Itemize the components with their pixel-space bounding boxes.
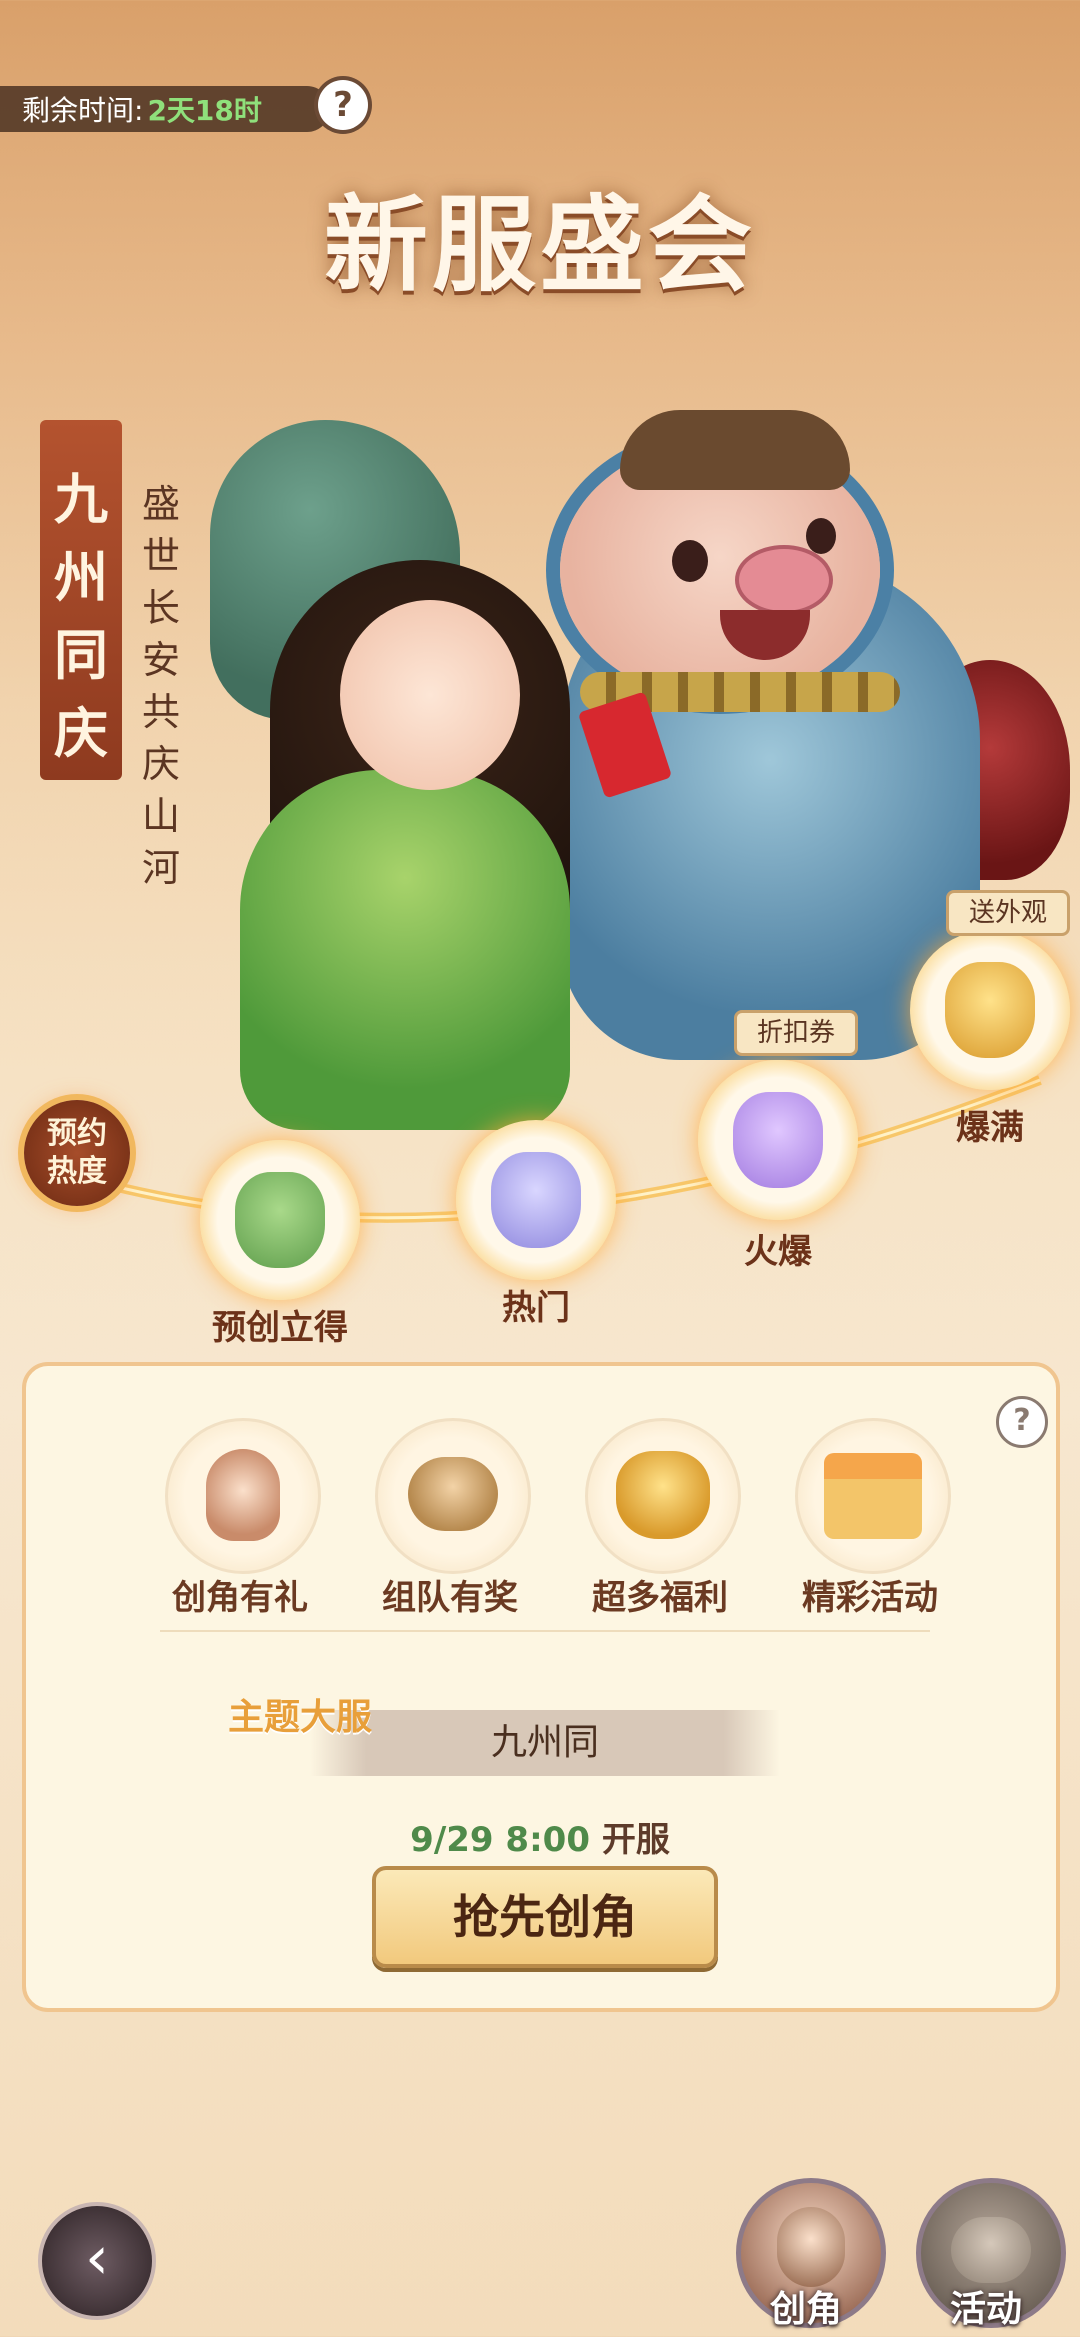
create-character-button[interactable]: 抢先创角 xyxy=(372,1866,718,1968)
reward-node-4-tag: 送外观 xyxy=(946,890,1070,936)
pig-eye-right xyxy=(806,518,836,554)
handshake-icon xyxy=(408,1457,498,1531)
reward-node-1-label: 预创立得 xyxy=(212,1308,348,1348)
server-open-time: 9/29 8:00 开服 xyxy=(340,1812,740,1861)
help-button-card[interactable]: ? xyxy=(996,1396,1048,1448)
reward-node-2[interactable] xyxy=(456,1120,616,1280)
card-divider xyxy=(160,1630,930,1632)
girl-character-face xyxy=(340,600,520,790)
gift-box-icon xyxy=(824,1453,922,1539)
theme-server-label: 主题大服 xyxy=(228,1696,373,1738)
remaining-time-pill: 剩余时间: 2天18时 xyxy=(0,86,330,132)
page-title: 新服盛会 xyxy=(323,183,756,306)
reward-node-4-label: 爆满 xyxy=(956,1108,1024,1148)
open-date: 9/29 xyxy=(410,1820,494,1860)
banner-main-text: 九州同庆 xyxy=(54,467,108,765)
feature-icon-team[interactable] xyxy=(375,1418,531,1574)
reward-node-3[interactable] xyxy=(698,1060,858,1220)
feature-icon-welfare[interactable] xyxy=(585,1418,741,1574)
pig-character-hair xyxy=(620,410,850,490)
reward-node-1[interactable] xyxy=(200,1140,360,1300)
character-avatar-icon xyxy=(206,1449,280,1541)
reward-node-4[interactable] xyxy=(910,930,1070,1090)
green-bag-icon xyxy=(235,1172,325,1268)
feature-label-team: 组队有奖 xyxy=(382,1578,518,1618)
back-arrow-icon: ‹ xyxy=(85,2223,109,2293)
banner-sub-text: 盛世长安共庆山河 xyxy=(141,482,180,890)
reservation-heat-badge: 预约 热度 xyxy=(24,1100,130,1206)
help-button-top[interactable]: ? xyxy=(318,80,368,130)
tab-activity-label: 活动 xyxy=(949,2288,1022,2330)
open-suffix: 开服 xyxy=(601,1820,670,1860)
reward-node-3-label: 火爆 xyxy=(744,1232,812,1272)
blue-bag-icon xyxy=(491,1152,581,1248)
pig-eye-left xyxy=(672,540,708,582)
timer-value: 2天18时 xyxy=(147,94,262,127)
feature-label-events: 精彩活动 xyxy=(802,1578,938,1618)
purple-bag-icon xyxy=(733,1092,823,1188)
feature-icon-character[interactable] xyxy=(165,1418,321,1574)
back-button[interactable]: ‹ xyxy=(38,2202,156,2320)
gold-bag-icon xyxy=(945,962,1035,1058)
feature-label-character: 创角有礼 xyxy=(172,1578,308,1618)
open-hour: 8:00 xyxy=(505,1820,590,1860)
tab-create-character-label: 创角 xyxy=(769,2288,842,2330)
timer-label: 剩余时间: xyxy=(22,94,144,127)
reward-node-3-tag: 折扣券 xyxy=(734,1010,858,1056)
pig-nose xyxy=(735,545,833,615)
handshake-icon xyxy=(951,2217,1031,2283)
feature-icon-events[interactable] xyxy=(795,1418,951,1574)
gold-bag-icon xyxy=(616,1451,710,1539)
feature-label-welfare: 超多福利 xyxy=(592,1578,728,1618)
character-avatar-icon xyxy=(777,2207,845,2287)
reward-node-2-label: 热门 xyxy=(502,1288,570,1328)
theme-server-name: 九州同 xyxy=(310,1710,780,1776)
